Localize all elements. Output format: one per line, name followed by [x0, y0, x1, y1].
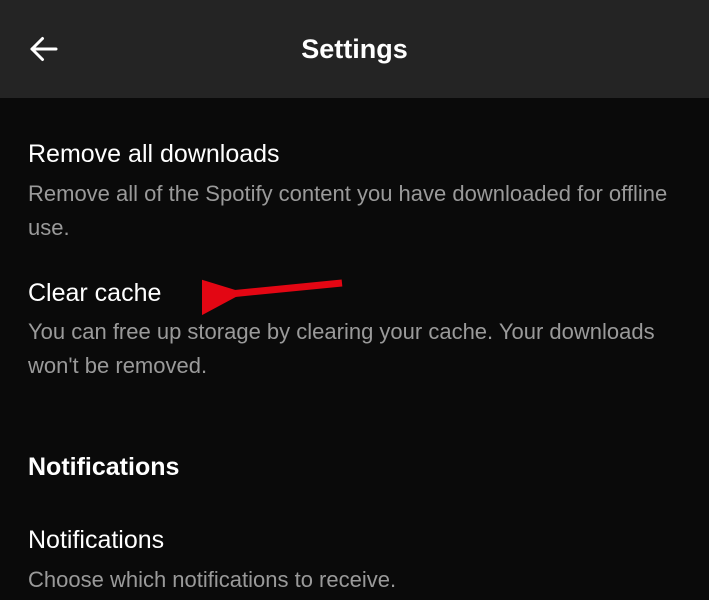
page-title: Settings [0, 34, 709, 65]
clear-cache-title: Clear cache [28, 277, 681, 310]
back-button[interactable] [24, 29, 64, 69]
remove-downloads-title: Remove all downloads [28, 138, 681, 171]
settings-content: Remove all downloads Remove all of the S… [0, 98, 709, 597]
clear-cache-item[interactable]: Clear cache You can free up storage by c… [28, 277, 681, 384]
settings-header: Settings [0, 0, 709, 98]
remove-downloads-description: Remove all of the Spotify content you ha… [28, 177, 681, 245]
clear-cache-description: You can free up storage by clearing your… [28, 315, 681, 383]
notifications-section-header: Notifications [28, 453, 681, 482]
back-arrow-icon [26, 31, 62, 67]
remove-downloads-item[interactable]: Remove all downloads Remove all of the S… [28, 138, 681, 245]
notifications-description: Choose which notifications to receive. [28, 563, 681, 597]
notifications-title: Notifications [28, 524, 681, 557]
notifications-item[interactable]: Notifications Choose which notifications… [28, 524, 681, 597]
